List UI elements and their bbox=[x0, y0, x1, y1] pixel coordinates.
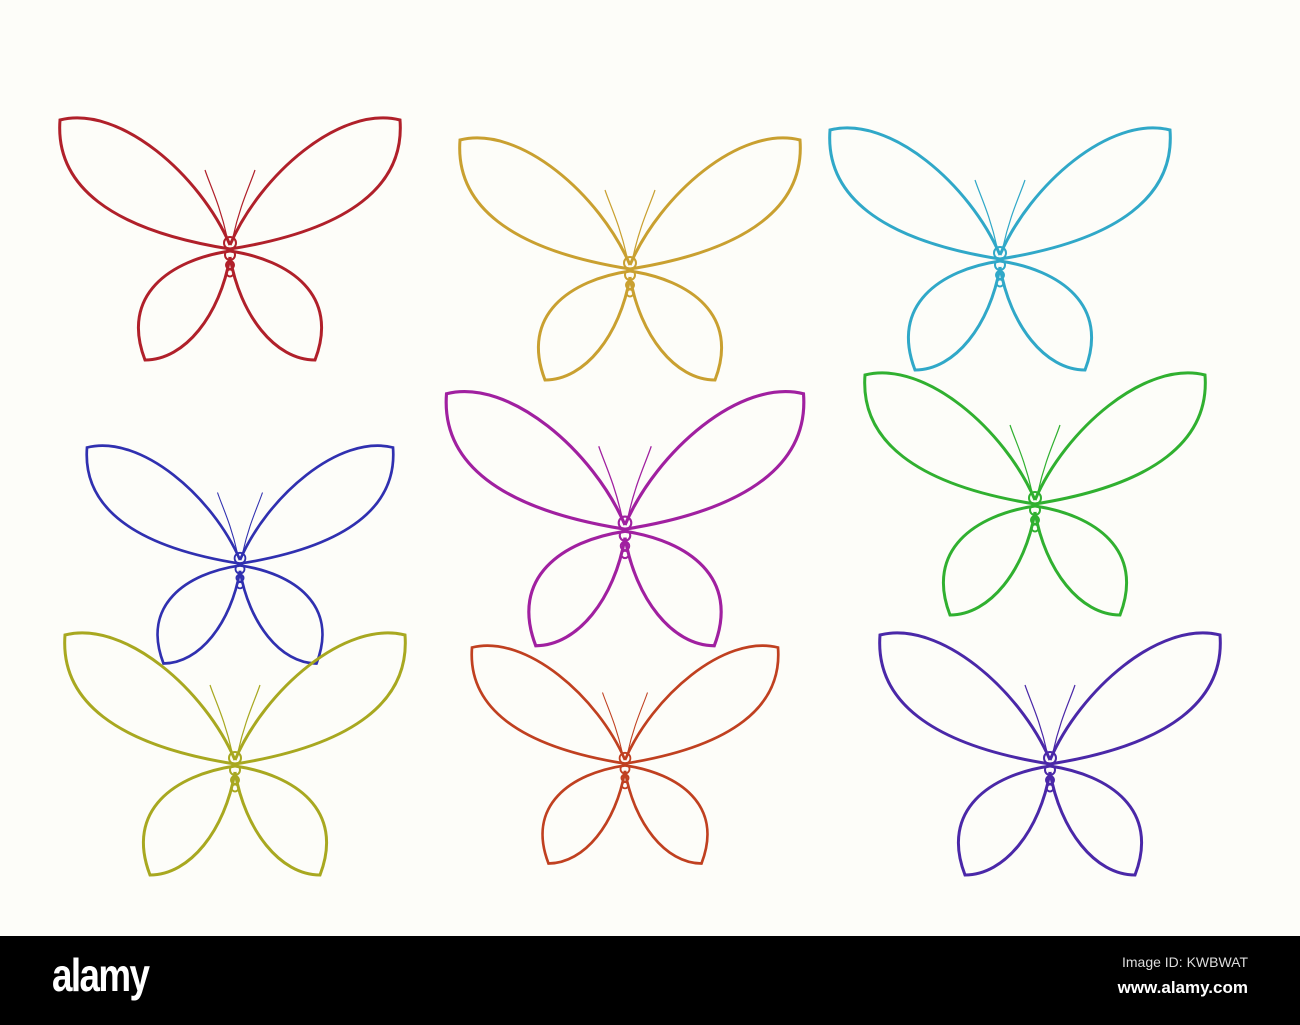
antenna bbox=[216, 492, 238, 553]
antenna bbox=[204, 169, 228, 238]
wing bbox=[233, 764, 328, 877]
wing bbox=[907, 259, 1002, 372]
wing bbox=[623, 764, 709, 865]
antenna bbox=[627, 692, 649, 753]
image-id: Image ID: KWBWAT bbox=[1121, 954, 1248, 970]
antenna bbox=[1009, 424, 1033, 493]
antenna bbox=[1024, 684, 1048, 753]
wing bbox=[470, 644, 627, 765]
wing bbox=[238, 564, 324, 665]
wing bbox=[623, 529, 723, 648]
wing bbox=[998, 126, 1172, 261]
antenna bbox=[974, 179, 998, 248]
wing bbox=[1048, 764, 1143, 877]
butterfly-outline bbox=[458, 136, 802, 382]
wing bbox=[623, 644, 780, 765]
wing bbox=[828, 126, 1002, 261]
site-url: www.alamy.com bbox=[1117, 978, 1248, 997]
wing bbox=[878, 631, 1052, 766]
wing bbox=[1033, 371, 1207, 506]
butterfly-illustration bbox=[58, 116, 1222, 877]
wing bbox=[541, 764, 627, 865]
antenna bbox=[604, 189, 628, 258]
wing bbox=[957, 764, 1052, 877]
wing bbox=[863, 371, 1037, 506]
watermark-footer: alamy Image ID: KWBWAT www.alamy.com bbox=[0, 936, 1300, 1025]
butterfly-outline bbox=[58, 116, 402, 362]
antenna bbox=[601, 692, 623, 753]
butterfly-outline bbox=[878, 631, 1222, 877]
image-meta: Image ID: KWBWAT www.alamy.com bbox=[1118, 954, 1248, 998]
wing bbox=[228, 249, 323, 362]
wing bbox=[142, 764, 237, 877]
antenna bbox=[237, 684, 261, 753]
wing bbox=[238, 444, 395, 565]
antenna bbox=[627, 446, 652, 517]
butterfly-outline bbox=[63, 631, 407, 877]
wing bbox=[527, 529, 627, 648]
wing bbox=[942, 504, 1037, 617]
butterfly-outline bbox=[470, 644, 780, 865]
wing bbox=[628, 269, 723, 382]
alamy-logo: alamy bbox=[52, 949, 150, 1001]
wing bbox=[998, 259, 1093, 372]
butterfly-outline bbox=[863, 371, 1207, 617]
antenna bbox=[632, 189, 656, 258]
wing bbox=[458, 136, 632, 271]
wing bbox=[63, 631, 237, 766]
wing bbox=[537, 269, 632, 382]
wing bbox=[156, 564, 242, 665]
wing bbox=[58, 116, 232, 251]
butterfly-outline bbox=[85, 444, 395, 665]
antenna bbox=[1052, 684, 1076, 753]
antenna bbox=[209, 684, 233, 753]
wing bbox=[228, 116, 402, 251]
wing bbox=[85, 444, 242, 565]
wing bbox=[623, 390, 806, 531]
wing bbox=[1033, 504, 1128, 617]
wing bbox=[444, 390, 627, 531]
butterfly-outline bbox=[444, 390, 806, 648]
antenna bbox=[598, 446, 623, 517]
antenna bbox=[1037, 424, 1061, 493]
antenna bbox=[232, 169, 256, 238]
antenna bbox=[242, 492, 264, 553]
wing bbox=[137, 249, 232, 362]
wing bbox=[1048, 631, 1222, 766]
antenna bbox=[1002, 179, 1026, 248]
butterfly-outline bbox=[828, 126, 1172, 372]
wing bbox=[628, 136, 802, 271]
